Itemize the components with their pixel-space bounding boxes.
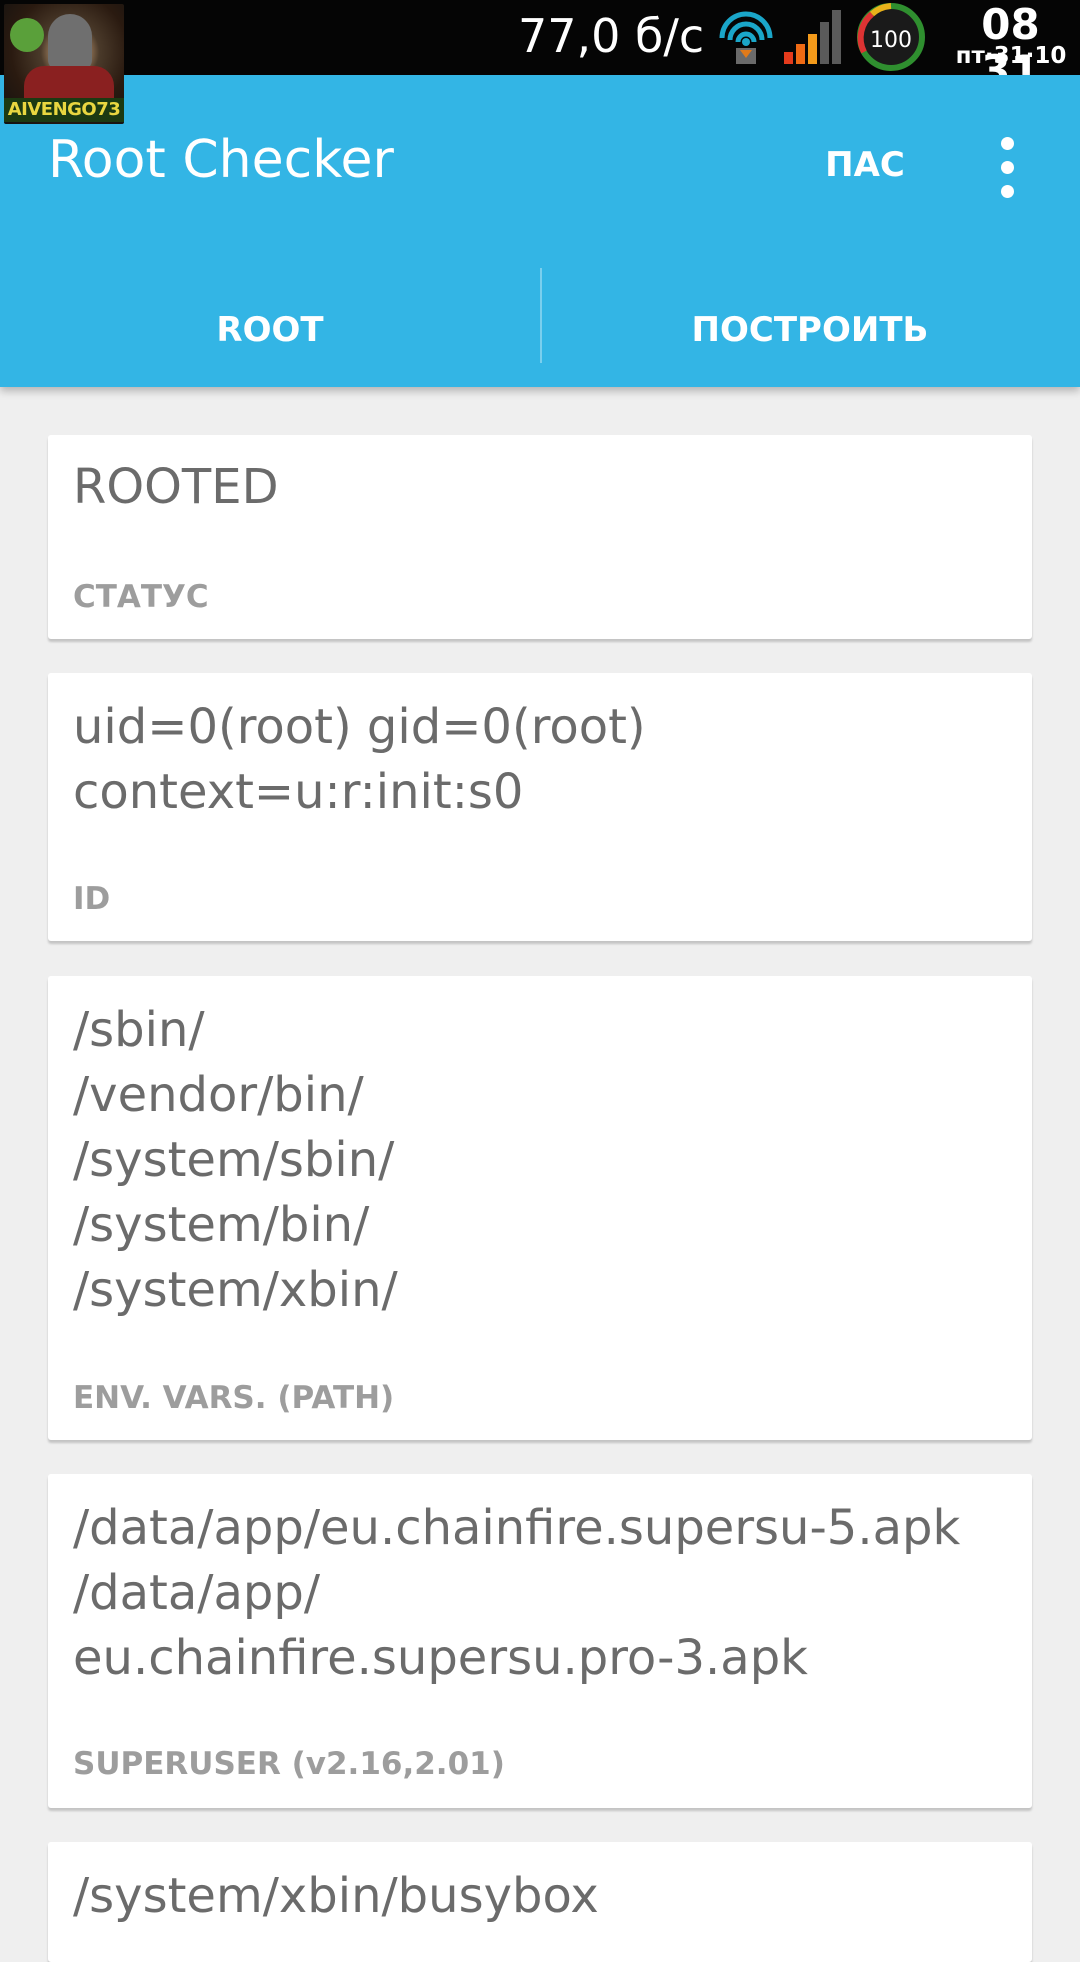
superuser-label: SUPERUSER (v2.16,2.01) [73, 1746, 505, 1782]
helmet-figure [48, 14, 92, 70]
avatar-tag: AIVENGO73 [4, 98, 124, 122]
status-value: ROOTED [73, 459, 279, 515]
id-label: ID [73, 881, 111, 917]
pas-action-button[interactable]: ПАС [810, 135, 920, 195]
busybox-card: /system/xbin/busybox [48, 1842, 1032, 1962]
status-bar: 77,0 б/с 100 08 31 пт·31·10 [0, 0, 1080, 94]
signal-strength-icon [784, 10, 841, 64]
id-card: uid=0(root) gid=0(root) context=u:r:init… [48, 673, 1032, 941]
superuser-value: /data/app/eu.chainfire.supersu-5.apk /da… [73, 1500, 961, 1686]
avatar: AIVENGO73 [4, 4, 124, 124]
clover-icon [10, 18, 44, 52]
status-label: СТАТУС [73, 579, 209, 615]
id-value: uid=0(root) gid=0(root) context=u:r:init… [73, 699, 646, 820]
path-card: /sbin/ /vendor/bin/ /system/sbin/ /syste… [48, 976, 1032, 1440]
tab-root[interactable]: ROOT [0, 275, 540, 385]
tab-divider [540, 268, 542, 363]
tab-build[interactable]: ПОСТРОИТЬ [540, 275, 1080, 385]
clock-date: пт·31·10 [955, 43, 1067, 69]
battery-gauge-icon: 100 [857, 3, 925, 71]
busybox-value: /system/xbin/busybox [73, 1868, 599, 1924]
wifi-icon [719, 11, 773, 64]
status-card: ROOTED СТАТУС [48, 435, 1032, 639]
path-value: /sbin/ /vendor/bin/ /system/sbin/ /syste… [73, 1002, 398, 1318]
app-title: Root Checker [48, 130, 394, 190]
path-label: ENV. VARS. (PATH) [73, 1380, 395, 1416]
battery-level: 100 [870, 28, 912, 53]
superuser-card: /data/app/eu.chainfire.supersu-5.apk /da… [48, 1474, 1032, 1808]
overflow-menu-icon[interactable] [986, 129, 1030, 209]
network-speed: 77,0 б/с [518, 9, 705, 63]
